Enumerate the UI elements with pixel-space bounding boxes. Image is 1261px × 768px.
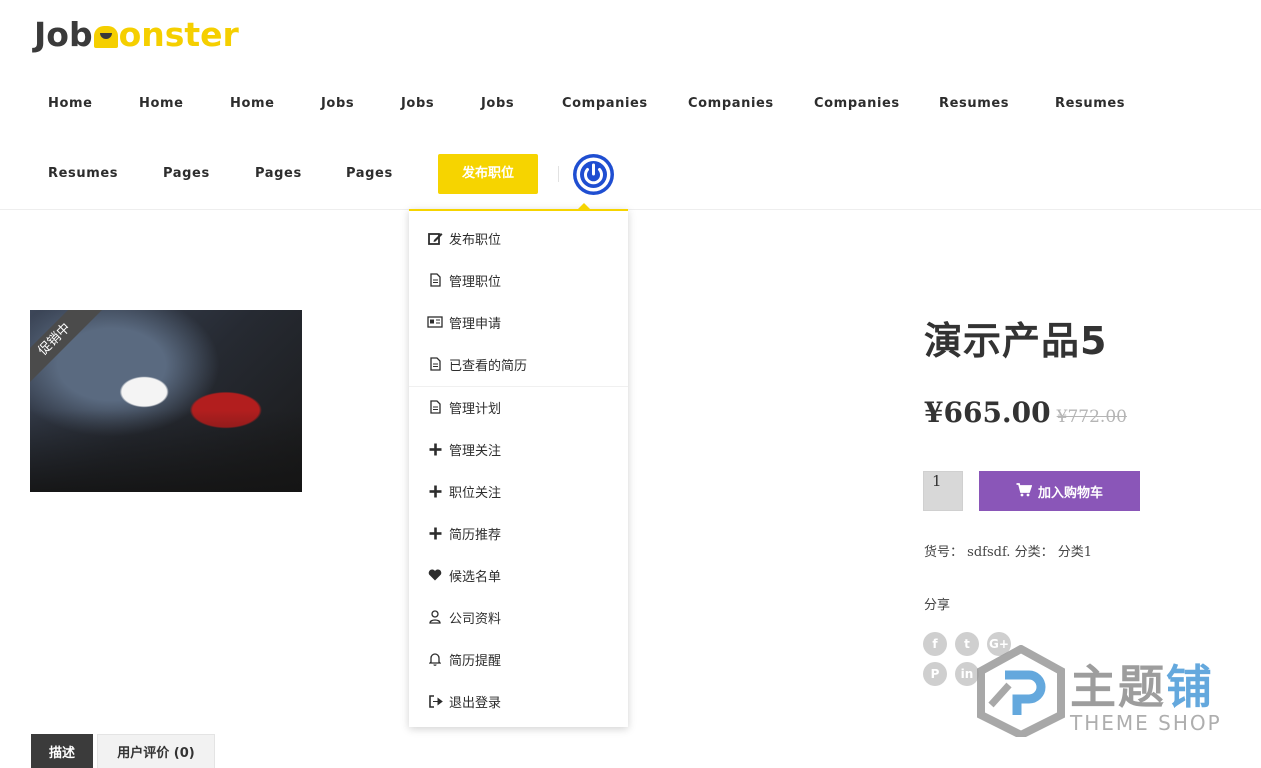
plus-icon — [425, 525, 445, 541]
nav-item-resumes[interactable]: Resumes — [1055, 96, 1125, 111]
nav-item-home[interactable]: Home — [139, 96, 230, 111]
menu-item-resume-alerts[interactable]: 简历提醒 — [425, 649, 501, 669]
header-divider — [0, 209, 1261, 210]
nav-item-resumes[interactable]: Resumes — [48, 166, 163, 181]
watermark-cube-icon — [977, 645, 1065, 737]
menu-item-label: 简历推荐 — [449, 527, 502, 543]
nav-item-jobs[interactable]: Jobs — [321, 96, 401, 111]
account-menu-button[interactable] — [573, 154, 614, 195]
product-price: ¥665.00 — [924, 396, 1051, 429]
nav-item-jobs[interactable]: Jobs — [401, 96, 481, 111]
menu-item-label: 候选名单 — [449, 569, 502, 585]
menu-item-label: 退出登录 — [449, 695, 502, 711]
category-link[interactable]: 分类1 — [1058, 545, 1092, 560]
id-card-icon — [425, 314, 445, 330]
logo-text-monster: onster — [118, 15, 239, 54]
menu-item-label: 公司资料 — [449, 611, 502, 627]
menu-item-resume-suggest[interactable]: 简历推荐 — [425, 523, 501, 543]
share-label: 分享 — [924, 598, 951, 613]
logo-text-job: Job — [34, 15, 93, 54]
shopping-cart-icon — [1016, 482, 1033, 500]
nav-separator — [558, 166, 559, 182]
sku-label: 货号： — [924, 545, 964, 560]
edit-icon — [425, 230, 445, 246]
menu-item-label: 管理申请 — [449, 316, 502, 332]
add-to-cart-button[interactable]: 加入购物车 — [979, 471, 1140, 511]
add-to-cart-label: 加入购物车 — [1037, 484, 1103, 500]
nav-item-resumes[interactable]: Resumes — [939, 96, 1055, 111]
heart-icon — [425, 567, 445, 583]
menu-item-job-follows[interactable]: 职位关注 — [425, 481, 501, 501]
nav-item-pages[interactable]: Pages — [255, 166, 346, 181]
bell-icon — [425, 651, 445, 667]
watermark: 主题铺 THEME SHOP — [975, 645, 1245, 745]
menu-item-label: 管理关注 — [449, 443, 502, 459]
nav-item-home[interactable]: Home — [48, 96, 139, 111]
menu-item-label: 管理职位 — [449, 274, 502, 290]
account-dropdown-menu: 发布职位 管理职位 管理申请 已查看的简历 管理计划 管理关注 职位关注 简历推… — [409, 203, 628, 727]
sale-badge: 促销中 — [30, 310, 103, 388]
menu-item-label: 已查看的简历 — [449, 358, 528, 374]
menu-item-manage-jobs[interactable]: 管理职位 — [425, 270, 501, 290]
menu-item-label: 管理计划 — [449, 401, 502, 417]
price-row: ¥665.00 ¥772.00 — [924, 396, 1127, 429]
nav-item-companies[interactable]: Companies — [814, 96, 939, 111]
main-nav-row-1: Home Home Home Jobs Jobs Jobs Companies … — [48, 96, 1125, 111]
tab-description[interactable]: 描述 — [31, 734, 93, 768]
menu-item-company-profile[interactable]: 公司资料 — [425, 607, 501, 627]
dropdown-caret — [577, 203, 591, 210]
plus-icon — [425, 441, 445, 457]
user-icon — [425, 609, 445, 625]
power-icon — [576, 157, 611, 192]
dropdown-divider — [409, 386, 628, 387]
site-logo[interactable]: Job onster — [34, 16, 239, 54]
menu-item-viewed-resumes[interactable]: 已查看的简历 — [425, 354, 527, 374]
file-icon — [425, 399, 445, 415]
menu-item-manage-follows[interactable]: 管理关注 — [425, 439, 501, 459]
nav-item-companies[interactable]: Companies — [562, 96, 688, 111]
category-label: 分类： — [1014, 545, 1054, 560]
watermark-title: 主题铺 — [1070, 660, 1214, 714]
menu-item-label: 简历提醒 — [449, 653, 502, 669]
quantity-input[interactable]: 1 — [923, 471, 963, 511]
menu-item-logout[interactable]: 退出登录 — [425, 691, 501, 711]
file-icon — [425, 356, 445, 372]
nav-item-home[interactable]: Home — [230, 96, 321, 111]
menu-item-post-job[interactable]: 发布职位 — [425, 228, 501, 248]
plus-icon — [425, 483, 445, 499]
post-job-button[interactable]: 发布职位 — [438, 154, 538, 194]
menu-item-shortlist[interactable]: 候选名单 — [425, 565, 501, 585]
product-title: 演示产品5 — [924, 319, 1108, 363]
sign-out-icon — [425, 693, 445, 709]
nav-item-pages[interactable]: Pages — [163, 166, 255, 181]
monster-logo-icon — [93, 26, 118, 48]
tab-reviews[interactable]: 用户评价 (0) — [97, 734, 215, 768]
product-old-price: ¥772.00 — [1056, 407, 1127, 427]
pinterest-icon[interactable]: P — [923, 662, 947, 686]
menu-item-label: 发布职位 — [449, 232, 502, 248]
menu-item-label: 职位关注 — [449, 485, 502, 501]
watermark-subtitle: THEME SHOP — [1070, 711, 1222, 735]
facebook-icon[interactable]: f — [923, 632, 947, 656]
file-icon — [425, 272, 445, 288]
sku-value: sdfsdf. — [967, 545, 1011, 560]
menu-item-manage-plan[interactable]: 管理计划 — [425, 397, 501, 417]
product-meta: 货号： sdfsdf. 分类： 分类1 — [924, 541, 1092, 560]
menu-item-manage-applications[interactable]: 管理申请 — [425, 312, 501, 332]
main-nav-row-2: Resumes Pages Pages Pages — [48, 166, 393, 181]
nav-item-pages[interactable]: Pages — [346, 166, 393, 181]
product-image[interactable]: 促销中 — [30, 310, 302, 492]
nav-item-jobs[interactable]: Jobs — [481, 96, 562, 111]
nav-item-companies[interactable]: Companies — [688, 96, 814, 111]
